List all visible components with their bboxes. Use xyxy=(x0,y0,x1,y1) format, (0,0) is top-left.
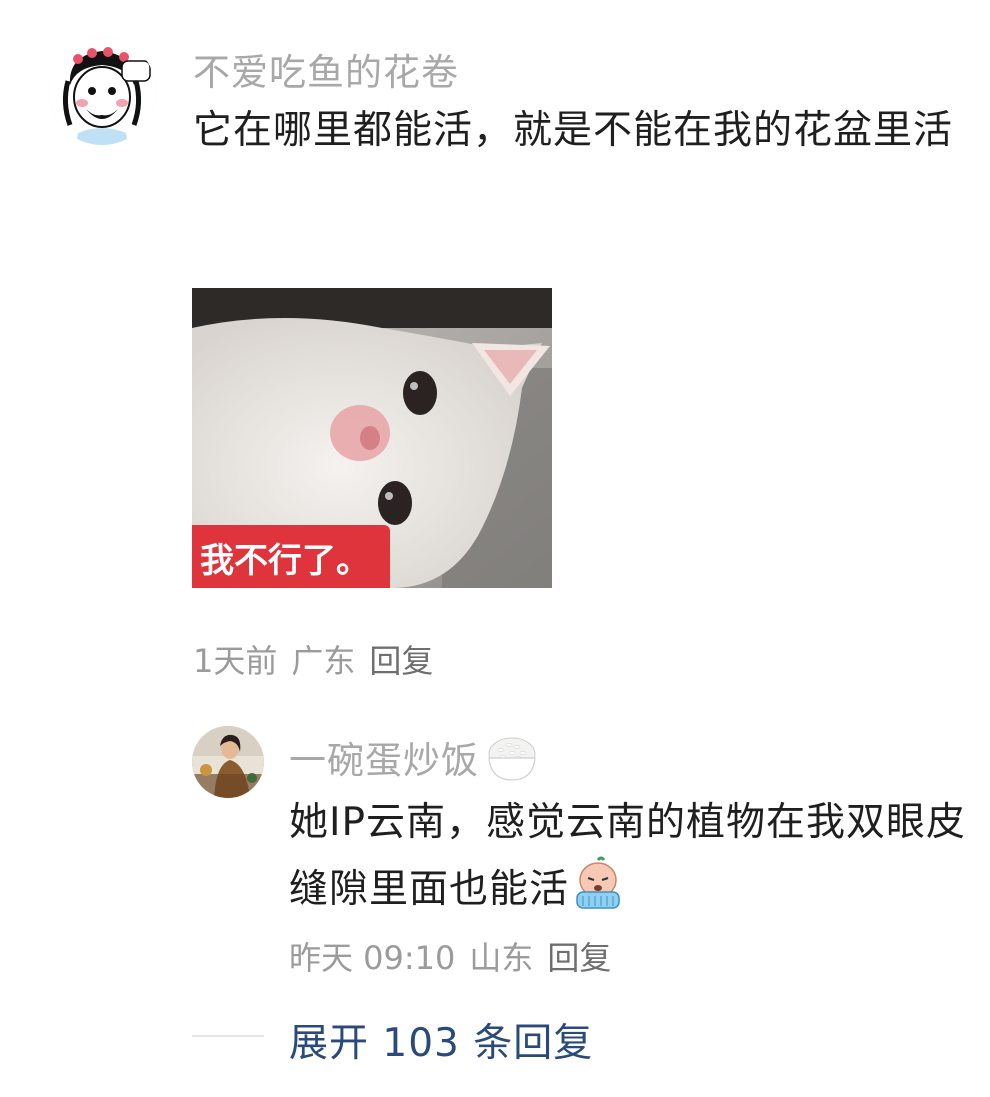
comment-text: 它在哪里都能活，就是不能在我的花盆里活 xyxy=(193,108,954,153)
person-photo-avatar-icon xyxy=(192,726,264,798)
crying-emoji-icon xyxy=(576,856,620,909)
reply-meta: 昨天 09:10 山东 回复 xyxy=(289,933,625,979)
comment-time: 1天前 xyxy=(193,642,278,680)
meme-caption-box: 我不行了。 xyxy=(192,525,390,588)
reply-username-text: 一碗蛋炒饭 xyxy=(289,739,479,782)
cartoon-avatar-icon xyxy=(48,37,156,145)
reply-avatar[interactable] xyxy=(192,726,264,798)
reply-button[interactable]: 回复 xyxy=(369,642,433,680)
avatar[interactable] xyxy=(48,37,156,145)
comment-image[interactable]: 我不行了。 xyxy=(192,288,552,588)
comment-location: 广东 xyxy=(291,642,356,680)
meme-caption: 我不行了。 xyxy=(200,541,370,581)
comment-meta: 1天前 广东 回复 xyxy=(193,636,447,682)
rice-bowl-icon xyxy=(488,737,536,781)
expand-replies-link[interactable]: 展开 103 条回复 xyxy=(289,1012,593,1068)
divider xyxy=(192,1035,264,1037)
reply-text: 她IP云南，感觉云南的植物在我双眼皮缝隙里面也能活 xyxy=(289,790,979,923)
reply-text-content: 她IP云南，感觉云南的植物在我双眼皮缝隙里面也能活 xyxy=(289,800,967,912)
reply-time: 昨天 09:10 xyxy=(289,939,456,977)
comment-username[interactable]: 不爱吃鱼的花卷 xyxy=(193,42,459,96)
reply-username[interactable]: 一碗蛋炒饭 xyxy=(289,730,539,784)
reply-reply-button[interactable]: 回复 xyxy=(547,939,611,977)
reply-location: 山东 xyxy=(469,939,534,977)
